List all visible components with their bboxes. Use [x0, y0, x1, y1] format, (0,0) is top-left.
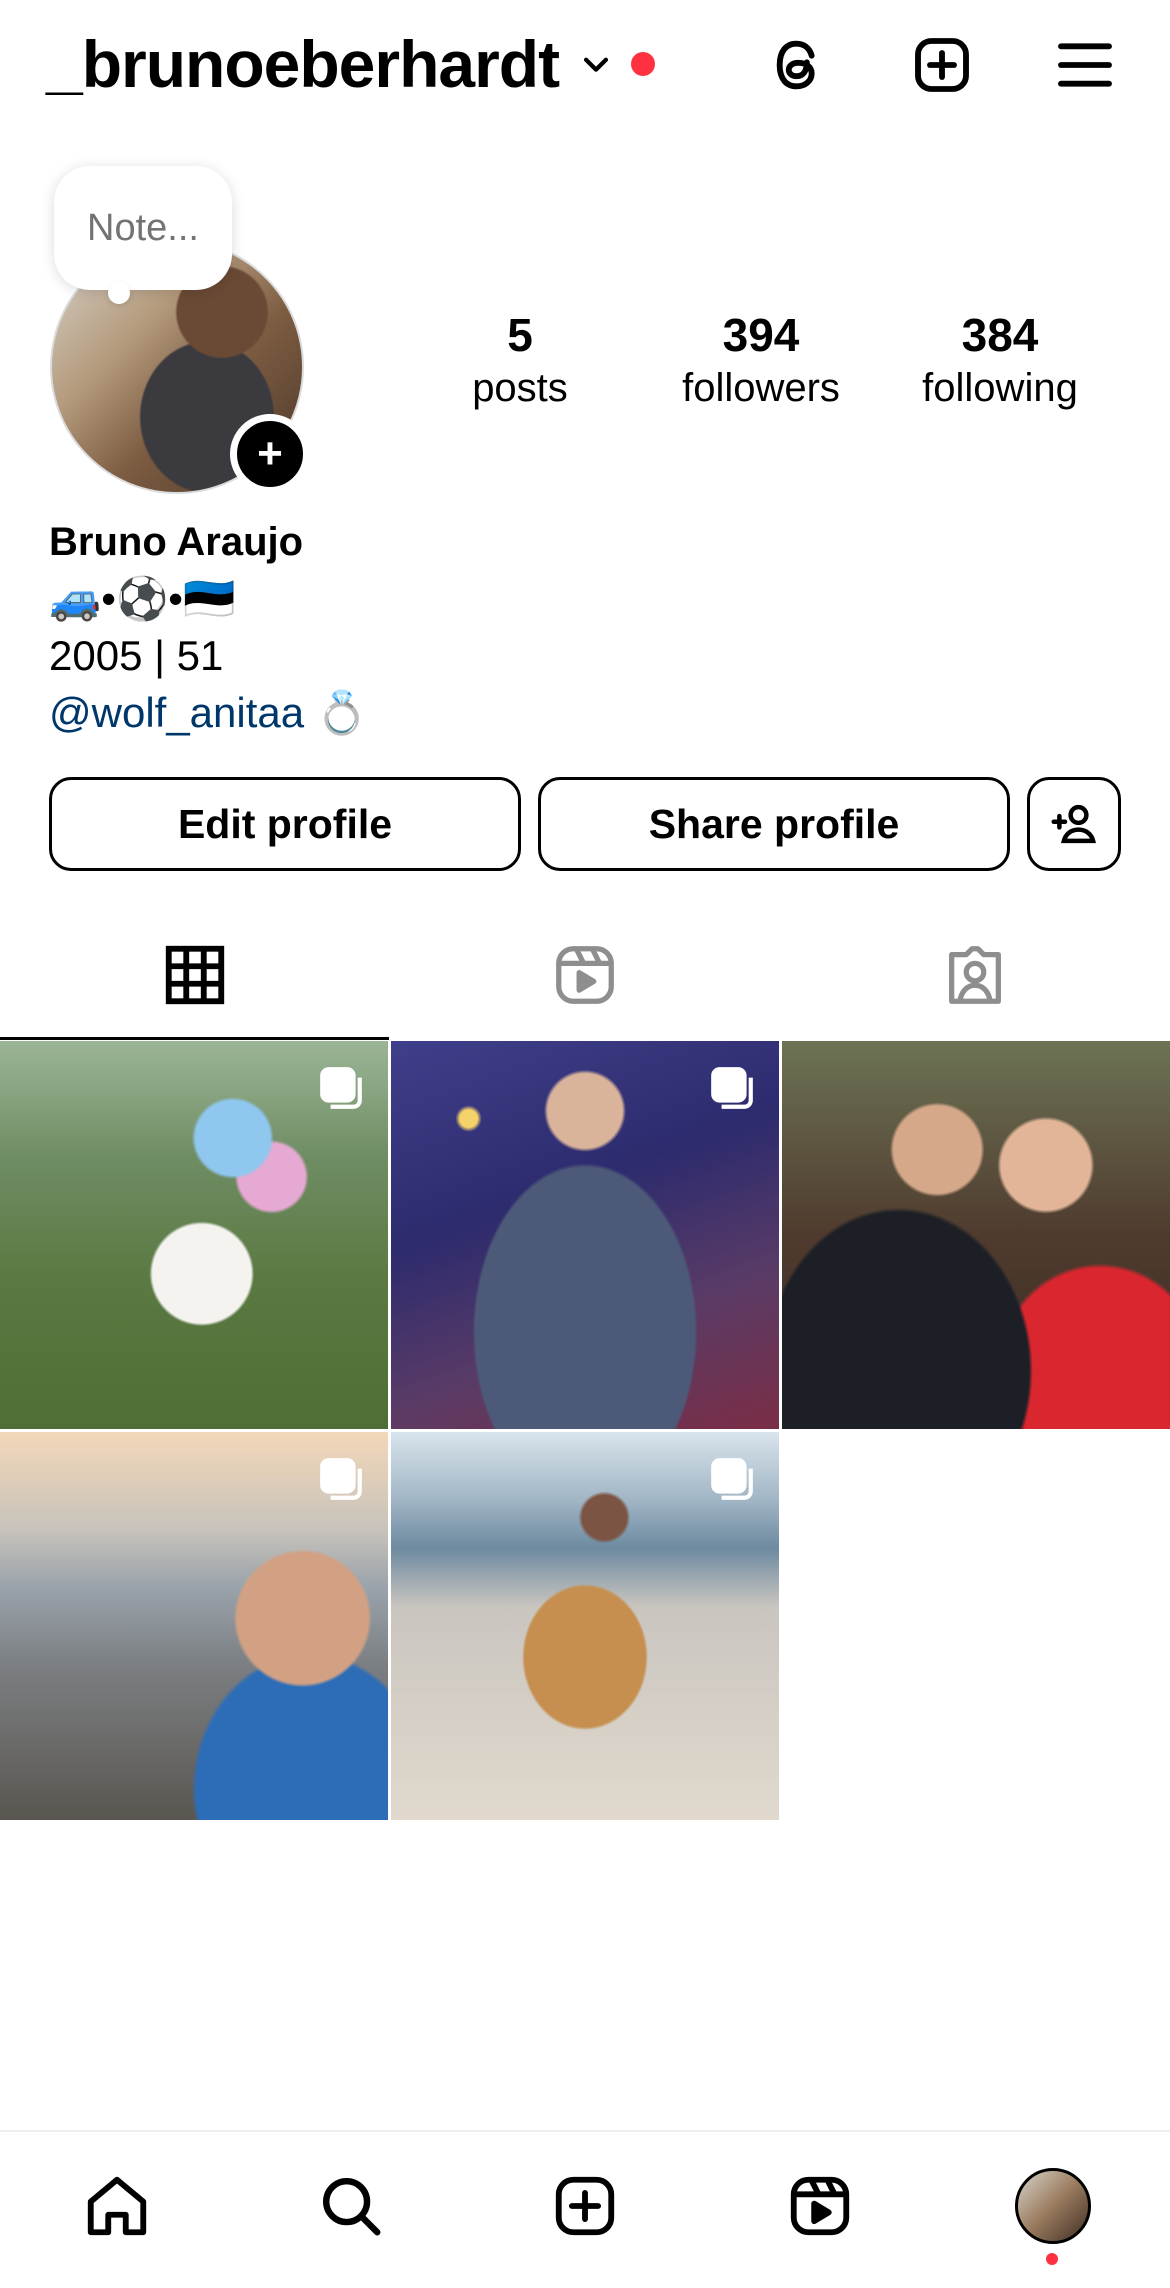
note-placeholder: Note... — [87, 206, 199, 249]
add-story-icon[interactable]: + — [230, 414, 310, 494]
display-name: Bruno Araujo — [49, 520, 304, 564]
tab-reels[interactable] — [390, 910, 780, 1040]
add-person-icon — [1051, 804, 1097, 844]
nav-search[interactable] — [311, 2166, 391, 2246]
nav-home[interactable] — [77, 2166, 157, 2246]
stat-followers[interactable]: 394 followers — [652, 308, 870, 414]
reels-icon — [556, 946, 614, 1004]
chevron-down-icon — [584, 57, 609, 72]
bottom-nav — [0, 2130, 1170, 2288]
menu-icon[interactable] — [1050, 30, 1120, 100]
search-icon — [323, 2178, 381, 2236]
following-count: 384 — [961, 309, 1039, 361]
share-profile-button[interactable]: Share profile — [538, 777, 1010, 871]
post-tile[interactable] — [782, 1041, 1170, 1429]
profile-stats: 5 posts 394 followers 384 following — [430, 308, 1130, 418]
post-tile[interactable] — [391, 1041, 779, 1429]
nav-notification-dot — [1046, 2253, 1058, 2265]
tab-grid[interactable] — [0, 910, 390, 1040]
posts-label: posts — [472, 366, 568, 410]
ring-emoji: 💍 — [315, 689, 369, 736]
followers-count: 394 — [722, 309, 800, 361]
discover-people-button[interactable] — [1027, 777, 1121, 871]
profile-bio: Bruno Araujo 🚙•⚽️•🇪🇪 2005 | 51 @wolf_ani… — [49, 514, 1129, 741]
home-icon — [87, 2176, 147, 2236]
carousel-icon — [711, 1067, 753, 1109]
nav-create[interactable] — [545, 2166, 625, 2246]
profile-page: _brunoeberhardt + Note... 5 posts 394 fo… — [0, 0, 1170, 2288]
followers-label: followers — [682, 366, 840, 410]
nav-reels[interactable] — [780, 2166, 860, 2246]
stat-posts[interactable]: 5 posts — [430, 308, 610, 414]
username-title: _brunoeberhardt — [46, 27, 560, 101]
profile-avatar — [1015, 2168, 1091, 2244]
profile-tabs — [0, 910, 1170, 1040]
bio-year-line: 2005 | 51 — [49, 632, 224, 679]
share-profile-label: Share profile — [648, 800, 900, 847]
create-icon — [555, 2176, 615, 2236]
grid-icon — [165, 945, 225, 1005]
bio-emoji-line: 🚙•⚽️•🇪🇪 — [49, 575, 236, 622]
threads-icon[interactable] — [762, 30, 832, 100]
carousel-icon — [320, 1458, 362, 1500]
post-tile[interactable] — [0, 1041, 388, 1429]
note-bubble[interactable]: Note... — [54, 166, 232, 304]
edit-profile-button[interactable]: Edit profile — [49, 777, 521, 871]
tab-tagged[interactable] — [780, 910, 1170, 1040]
edit-profile-label: Edit profile — [177, 800, 393, 847]
bio-mention-link[interactable]: @wolf_anitaa — [49, 689, 304, 736]
following-label: following — [922, 366, 1078, 410]
posts-count: 5 — [507, 309, 533, 361]
post-tile[interactable] — [391, 1432, 779, 1820]
tagged-icon — [949, 946, 1001, 1004]
create-icon[interactable] — [907, 30, 977, 100]
account-switcher[interactable]: _brunoeberhardt — [46, 24, 656, 104]
notification-dot — [631, 52, 656, 76]
carousel-icon — [711, 1458, 753, 1500]
nav-profile[interactable] — [1013, 2166, 1093, 2246]
stat-following[interactable]: 384 following — [890, 308, 1110, 414]
active-tab-indicator — [0, 1037, 389, 1040]
top-header: _brunoeberhardt — [0, 0, 1170, 130]
post-tile[interactable] — [0, 1432, 388, 1820]
carousel-icon — [320, 1067, 362, 1109]
reels-icon — [790, 2176, 850, 2236]
